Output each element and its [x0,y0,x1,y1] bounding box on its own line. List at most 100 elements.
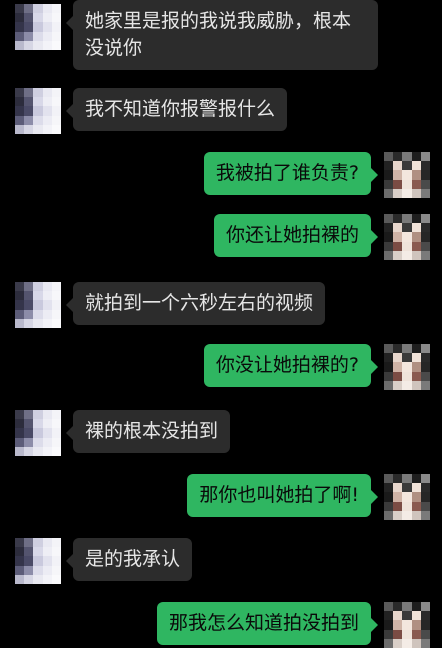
avatar-mosaic-tile [411,152,421,162]
avatar-mosaic-tile [51,115,61,125]
avatar-mosaic-tile [24,13,34,23]
my-avatar[interactable] [384,344,430,390]
avatar-mosaic-tile [42,446,52,456]
avatar-mosaic-tile [393,152,403,162]
avatar-mosaic-tile [411,380,421,390]
avatar-mosaic-tile [393,492,403,502]
avatar-mosaic-tile [42,40,52,50]
avatar-mosaic-tile [402,353,412,363]
avatar-mosaic-tile [24,428,34,438]
avatar-mosaic-tile [51,22,61,32]
contact-avatar[interactable] [15,410,61,456]
message-bubble-sent[interactable]: 那你也叫她拍了啊! [187,474,378,517]
avatar-mosaic-tile [420,362,430,372]
my-avatar[interactable] [384,474,430,520]
message-bubble-sent[interactable]: 你没让她拍裸的? [203,344,379,387]
avatar-mosaic-tile [393,611,403,621]
avatar-mosaic-tile [42,538,52,548]
avatar-mosaic-tile [402,638,412,648]
avatar-mosaic-tile [42,22,52,32]
message-row-sent: 那你也叫她拍了啊! [0,474,442,520]
contact-avatar[interactable] [15,88,61,134]
avatar-mosaic-tile [42,291,52,301]
avatar-mosaic-tile [51,437,61,447]
avatar-mosaic-tile [51,40,61,50]
message-row-received: 裸的根本没拍到 [0,410,442,456]
avatar-mosaic-tile [393,638,403,648]
avatar-mosaic-tile [24,538,34,548]
avatar-mosaic-tile [33,13,43,23]
avatar-mosaic-tile [384,241,394,251]
contact-avatar[interactable] [15,538,61,584]
avatar-mosaic-tile [42,547,52,557]
chat-message-list[interactable]: 她家里是报的我说我威胁，根本没说你 我不知道你报警报什么 我被拍了谁负责? 你还… [0,0,442,648]
avatar-mosaic-tile [51,282,61,292]
avatar-mosaic-tile [420,214,430,224]
avatar-mosaic-tile [42,309,52,319]
message-bubble-sent[interactable]: 我被拍了谁负责? [203,152,379,195]
avatar-mosaic-tile [51,446,61,456]
avatar-mosaic-tile [384,492,394,502]
avatar-mosaic-tile [420,170,430,180]
avatar-mosaic-tile [393,241,403,251]
message-text: 我被拍了谁负责? [215,162,359,184]
avatar-mosaic-tile [384,611,394,621]
avatar-mosaic-tile [402,170,412,180]
avatar-mosaic-tile [51,88,61,98]
avatar-mosaic-tile [15,40,25,50]
message-bubble-sent[interactable]: 那我怎么知道拍没拍到 [156,602,379,645]
avatar-mosaic-tile [42,124,52,134]
message-bubble-received[interactable]: 她家里是报的我说我威胁，根本没说你 [66,0,378,70]
avatar-mosaic-tile [42,13,52,23]
my-avatar[interactable] [384,152,430,198]
message-text: 她家里是报的我说我威胁，根本没说你 [85,10,352,59]
avatar-mosaic-tile [384,620,394,630]
avatar-mosaic-tile [384,344,394,354]
message-bubble-received[interactable]: 就拍到一个六秒左右的视频 [65,282,326,325]
avatar-mosaic-tile [384,170,394,180]
avatar-mosaic-tile [393,380,403,390]
avatar-mosaic-tile [24,4,34,14]
avatar-mosaic-tile [15,446,25,456]
avatar-mosaic-tile [51,410,61,420]
my-avatar[interactable] [384,602,430,648]
avatar-mosaic-tile [15,282,25,292]
avatar-mosaic-tile [411,638,421,648]
avatar-mosaic-tile [411,602,421,612]
avatar-mosaic-tile [42,556,52,566]
my-avatar[interactable] [384,214,430,260]
message-bubble-received[interactable]: 是的我承认 [65,538,193,581]
avatar-mosaic-tile [42,565,52,575]
avatar-mosaic-tile [420,620,430,630]
avatar-mosaic-tile [24,446,34,456]
avatar-mosaic-tile [384,188,394,198]
avatar-mosaic-tile [33,547,43,557]
avatar-mosaic-tile [24,574,34,584]
avatar-mosaic-tile [24,22,34,32]
avatar-mosaic-tile [15,13,25,23]
avatar-mosaic-tile [393,371,403,381]
avatar-mosaic-tile [384,152,394,162]
avatar-mosaic-tile [51,97,61,107]
avatar-mosaic-tile [51,300,61,310]
message-bubble-received[interactable]: 裸的根本没拍到 [65,410,231,453]
avatar-mosaic-tile [51,428,61,438]
avatar-mosaic-tile [420,152,430,162]
contact-avatar[interactable] [15,282,61,328]
message-bubble-received[interactable]: 我不知道你报警报什么 [65,88,288,131]
avatar-mosaic-tile [33,97,43,107]
avatar-mosaic-tile [393,501,403,511]
avatar-mosaic-tile [33,556,43,566]
message-bubble-sent[interactable]: 你还让她拍裸的 [213,214,379,257]
avatar-mosaic-tile [42,437,52,447]
avatar-mosaic-tile [384,232,394,242]
avatar-mosaic-tile [42,106,52,116]
avatar-mosaic-tile [420,161,430,171]
avatar-mosaic-tile [33,574,43,584]
avatar-mosaic-tile [420,492,430,502]
avatar-mosaic-tile [411,629,421,639]
contact-avatar[interactable] [15,4,61,50]
avatar-mosaic-tile [33,282,43,292]
avatar-mosaic-tile [24,40,34,50]
avatar-mosaic-tile [51,419,61,429]
